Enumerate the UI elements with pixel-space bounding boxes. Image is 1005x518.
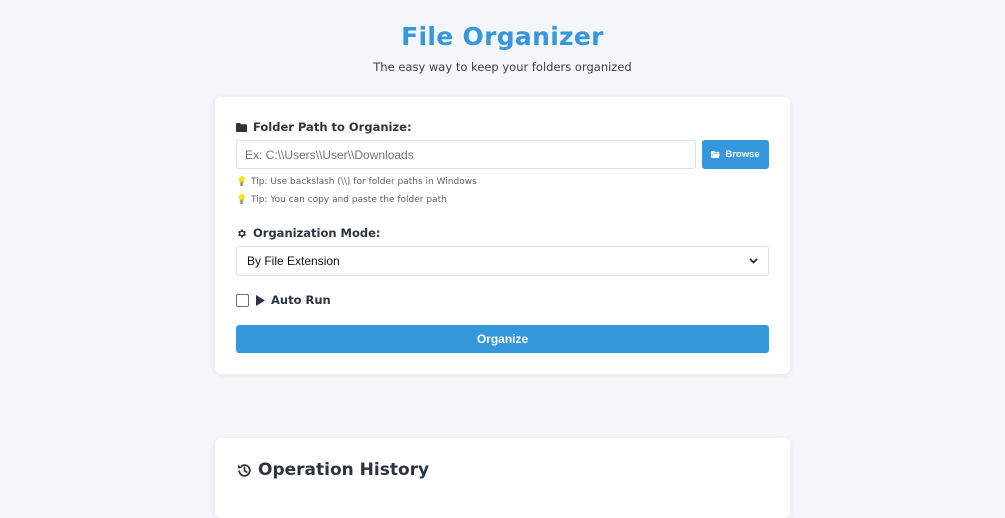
- tip-text: Tip: Use backslash (\\) for folder paths…: [251, 177, 477, 187]
- organization-mode-select[interactable]: By File Extension: [236, 246, 769, 276]
- folder-path-input[interactable]: [236, 140, 696, 169]
- auto-run-label-text: Auto Run: [271, 293, 331, 307]
- play-icon: [256, 294, 265, 306]
- chevron-down-icon: [749, 256, 758, 266]
- organization-mode-label: Organization Mode:: [236, 226, 381, 240]
- auto-run-row: Auto Run: [236, 293, 331, 307]
- organizer-card: Folder Path to Organize: Browse 💡 Tip: U…: [215, 97, 790, 374]
- gear-icon: [238, 229, 246, 237]
- folder-path-label: Folder Path to Organize:: [236, 120, 412, 134]
- organization-mode-label-text: Organization Mode:: [253, 226, 381, 240]
- operation-history-card: Operation History: [215, 438, 790, 518]
- lightbulb-icon: 💡: [236, 177, 248, 187]
- folder-open-icon: [711, 151, 721, 158]
- folder-path-label-text: Folder Path to Organize:: [253, 120, 412, 134]
- tip-text: Tip: You can copy and paste the folder p…: [251, 195, 447, 205]
- lightbulb-icon: 💡: [236, 195, 248, 205]
- folder-icon: [236, 122, 247, 132]
- tip-copy-paste: 💡 Tip: You can copy and paste the folder…: [236, 195, 447, 205]
- browse-button[interactable]: Browse: [702, 140, 769, 169]
- operation-history-title: Operation History: [236, 460, 429, 480]
- app-subtitle: The easy way to keep your folders organi…: [373, 60, 632, 74]
- auto-run-checkbox[interactable]: [236, 293, 249, 307]
- auto-run-label: Auto Run: [256, 293, 331, 307]
- tip-backslash: 💡 Tip: Use backslash (\\) for folder pat…: [236, 177, 477, 187]
- organize-button[interactable]: Organize: [236, 325, 769, 353]
- operation-history-title-text: Operation History: [258, 460, 430, 480]
- app-title: File Organizer: [401, 22, 604, 51]
- selected-mode: By File Extension: [247, 254, 340, 268]
- history-icon: [237, 463, 251, 477]
- browse-button-label: Browse: [725, 149, 760, 160]
